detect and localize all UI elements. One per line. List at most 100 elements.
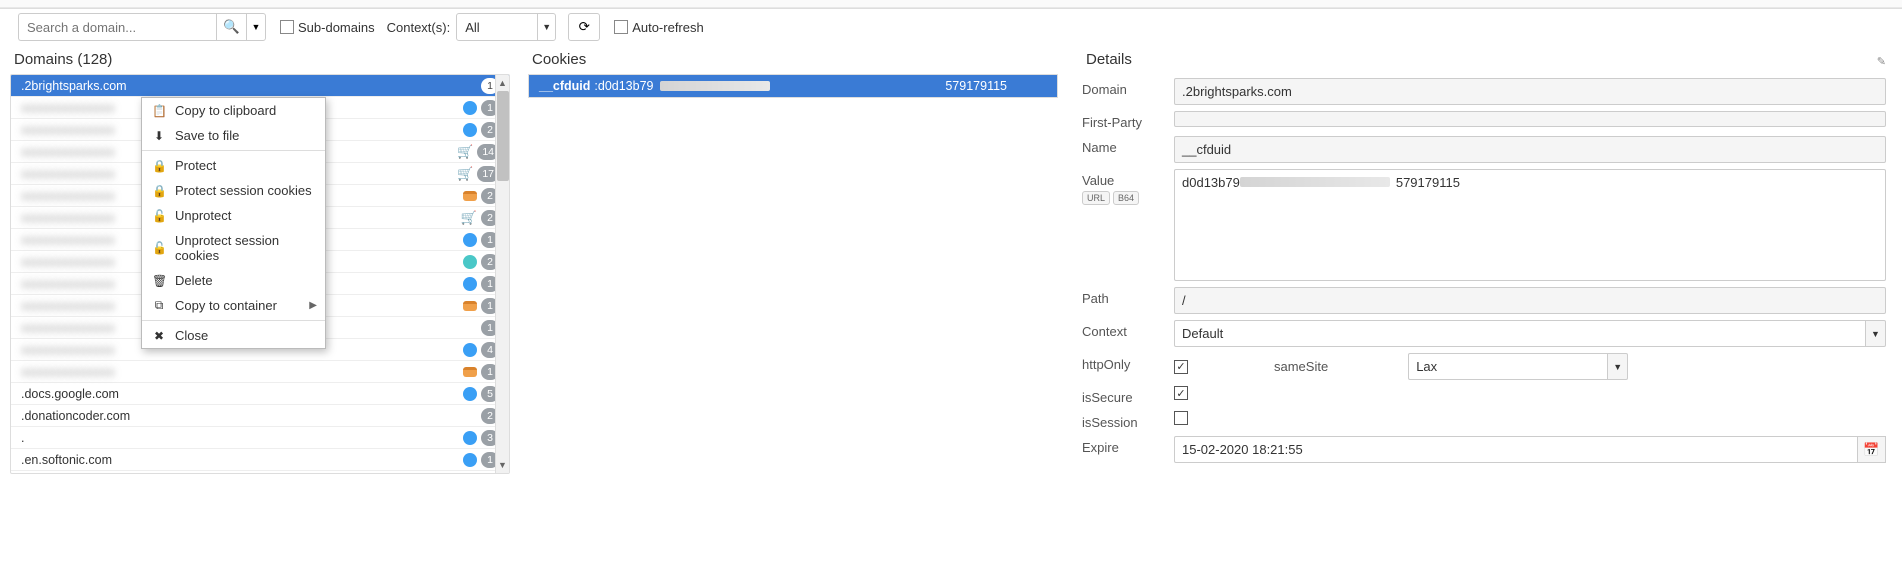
menu-item-icon: 🗑 (152, 274, 166, 288)
domain-row[interactable]: .en.softonic.com1 (11, 449, 509, 471)
context-menu: 📋Copy to clipboard⬇Save to file🔒Protect🔒… (141, 97, 326, 349)
scroll-up-icon[interactable]: ▲ (496, 75, 509, 91)
chevron-down-icon: ▼ (252, 22, 261, 32)
scrollbar[interactable]: ▲ ▼ (495, 75, 509, 473)
domain-search-input[interactable] (18, 13, 216, 41)
dot-icon (463, 233, 477, 247)
domain-row[interactable]: .docs.google.com5 (11, 383, 509, 405)
label-httponly: httpOnly (1082, 353, 1174, 372)
edit-icon[interactable]: ✎ (1877, 55, 1886, 68)
autorefresh-checkbox[interactable] (614, 20, 628, 34)
domain-row[interactable]: xxxxxxxxxxxxxxx1 (11, 361, 509, 383)
menu-item[interactable]: ⧉Copy to container▶ (142, 293, 325, 318)
menu-item-label: Copy to container (175, 298, 277, 313)
subdomains-checkbox[interactable] (280, 20, 294, 34)
label-firstparty: First-Party (1082, 111, 1174, 130)
domain-name: .docs.google.com (21, 387, 463, 401)
dot-icon (463, 453, 477, 467)
label-samesite: sameSite (1274, 359, 1328, 374)
cookie-value-hidden (660, 81, 770, 91)
menu-item-icon: ⬇ (152, 129, 166, 143)
details-title: Details (1086, 51, 1882, 68)
scroll-thumb[interactable] (497, 91, 509, 181)
folder-icon (463, 191, 477, 201)
menu-item-icon: 🔓 (152, 241, 166, 255)
dot-icon (463, 255, 477, 269)
label-issecure: isSecure (1082, 386, 1174, 405)
cookie-row[interactable]: __cfduid:d0d13b79579179115 (529, 75, 1057, 97)
domain-list: .2brightsparks.com1 xxxxxxxxxxxxxxx1xxxxx… (10, 74, 510, 474)
menu-item-icon: ✖ (152, 329, 166, 343)
calendar-button[interactable]: 📅 (1858, 436, 1886, 463)
dot-icon (463, 277, 477, 291)
menu-separator (142, 150, 325, 151)
label-domain: Domain (1082, 78, 1174, 97)
context-select[interactable]: All ▼ (456, 13, 556, 41)
menu-item-label: Copy to clipboard (175, 103, 276, 118)
cookies-title: Cookies (532, 51, 1054, 68)
cookie-name: __cfduid (539, 79, 590, 93)
dot-icon (463, 343, 477, 357)
detail-path-value: / (1174, 287, 1886, 314)
menu-item[interactable]: ⬇Save to file (142, 123, 325, 148)
folder-icon (463, 367, 477, 377)
calendar-icon: 📅 (1863, 442, 1879, 458)
scroll-down-icon[interactable]: ▼ (496, 457, 509, 473)
issession-checkbox[interactable] (1174, 411, 1188, 425)
label-path: Path (1082, 287, 1174, 306)
menu-item-icon: ⧉ (152, 298, 166, 313)
domain-row[interactable]: .3 (11, 427, 509, 449)
menu-item[interactable]: 🔓Unprotect (142, 203, 325, 228)
menu-item-label: Delete (175, 273, 213, 288)
menu-separator (142, 320, 325, 321)
menu-item-icon: 📋 (152, 104, 166, 118)
domain-name: .en.softonic.com (21, 453, 463, 467)
cookie-value: :d0d13b79 (594, 79, 653, 93)
dot-icon (463, 101, 477, 115)
menu-item[interactable]: ✖ Close (142, 323, 325, 348)
menu-item[interactable]: 🔓Unprotect session cookies (142, 228, 325, 268)
menu-item-label: Unprotect (175, 208, 231, 223)
chevron-down-icon[interactable]: ▼ (1608, 353, 1628, 380)
detail-expire-value[interactable]: 15-02-2020 18:21:55 (1174, 436, 1858, 463)
detail-context-select[interactable]: Default (1174, 320, 1866, 347)
refresh-button[interactable]: ⟳ (568, 13, 600, 41)
search-dropdown-button[interactable]: ▼ (246, 13, 266, 41)
dot-icon (463, 431, 477, 445)
domain-name: xxxxxxxxxxxxxxx (21, 365, 463, 379)
detail-value-textarea[interactable]: d0d13b79 579179115 (1174, 169, 1886, 281)
menu-item[interactable]: 📋 Copy to clipboard (142, 98, 325, 123)
cart-icon: 🛒 (457, 144, 473, 160)
pill-b64[interactable]: B64 (1113, 191, 1139, 205)
label-issession: isSession (1082, 411, 1174, 430)
autorefresh-label: Auto-refresh (632, 20, 704, 35)
search-icon: 🔍 (223, 19, 240, 35)
menu-item-label: Protect (175, 158, 216, 173)
cart-icon: 🛒 (461, 210, 477, 226)
menu-item-label: Close (175, 328, 208, 343)
folder-icon (463, 301, 477, 311)
search-button[interactable]: 🔍 (216, 13, 246, 41)
cookie-list: __cfduid:d0d13b79579179115 (528, 74, 1058, 98)
menu-item[interactable]: 🗑 Delete (142, 268, 325, 293)
dot-icon (463, 387, 477, 401)
pill-url[interactable]: URL (1082, 191, 1110, 205)
refresh-icon: ⟳ (579, 19, 590, 35)
domains-title: Domains (128) (14, 51, 506, 68)
menu-item[interactable]: 🔒 Protect session cookies (142, 178, 325, 203)
chevron-down-icon[interactable]: ▼ (1866, 320, 1886, 347)
issecure-checkbox[interactable]: ✓ (1174, 386, 1188, 400)
menu-item-icon: 🔒 (152, 184, 166, 198)
menu-item-label: Protect session cookies (175, 183, 312, 198)
domain-row[interactable]: .donationcoder.com2 (11, 405, 509, 427)
httponly-checkbox[interactable]: ✓ (1174, 360, 1188, 374)
value-end: 579179115 (1396, 175, 1460, 190)
detail-name-value: __cfduid (1174, 136, 1886, 163)
detail-samesite-select[interactable]: Lax (1408, 353, 1608, 380)
menu-item[interactable]: 🔒Protect (142, 153, 325, 178)
detail-firstparty-value (1174, 111, 1886, 127)
value-start: d0d13b79 (1182, 175, 1240, 190)
domain-row[interactable]: .2brightsparks.com1 (11, 75, 509, 97)
domain-name: . (21, 431, 463, 445)
domain-name: .donationcoder.com (21, 409, 481, 423)
